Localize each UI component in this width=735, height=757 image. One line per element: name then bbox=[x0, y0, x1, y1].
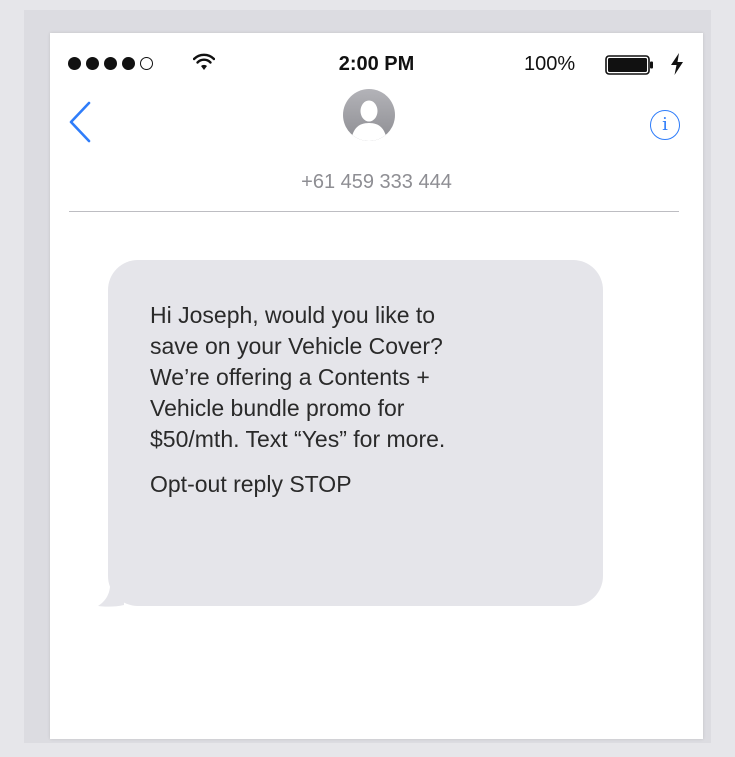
person-silhouette-icon bbox=[351, 100, 387, 141]
message-line: save on your Vehicle Cover? bbox=[150, 333, 443, 359]
back-chevron-icon[interactable] bbox=[67, 100, 93, 144]
info-button[interactable]: i bbox=[650, 110, 680, 140]
message-line: We’re offering a Contents + bbox=[150, 364, 430, 390]
message-text: Hi Joseph, would you like to save on you… bbox=[150, 300, 590, 500]
contact-avatar[interactable] bbox=[343, 89, 395, 141]
contact-phone-number: +61 459 333 444 bbox=[301, 171, 452, 193]
optout-line: Opt-out reply STOP bbox=[150, 471, 352, 497]
incoming-message-bubble[interactable]: Hi Joseph, would you like to save on you… bbox=[108, 260, 603, 606]
messages-screen: 2:00 PM 100% i +61 459 333 444 Hi Joseph… bbox=[50, 33, 703, 739]
charging-icon bbox=[671, 53, 683, 75]
status-bar: 2:00 PM 100% bbox=[50, 33, 703, 93]
message-line: $50/mth. Text “Yes” for more. bbox=[150, 426, 446, 452]
battery-icon bbox=[605, 55, 653, 75]
message-line: Vehicle bundle promo for bbox=[150, 395, 405, 421]
battery-percent: 100% bbox=[524, 53, 576, 75]
header-divider bbox=[69, 211, 679, 212]
message-line: Hi Joseph, would you like to bbox=[150, 302, 436, 328]
